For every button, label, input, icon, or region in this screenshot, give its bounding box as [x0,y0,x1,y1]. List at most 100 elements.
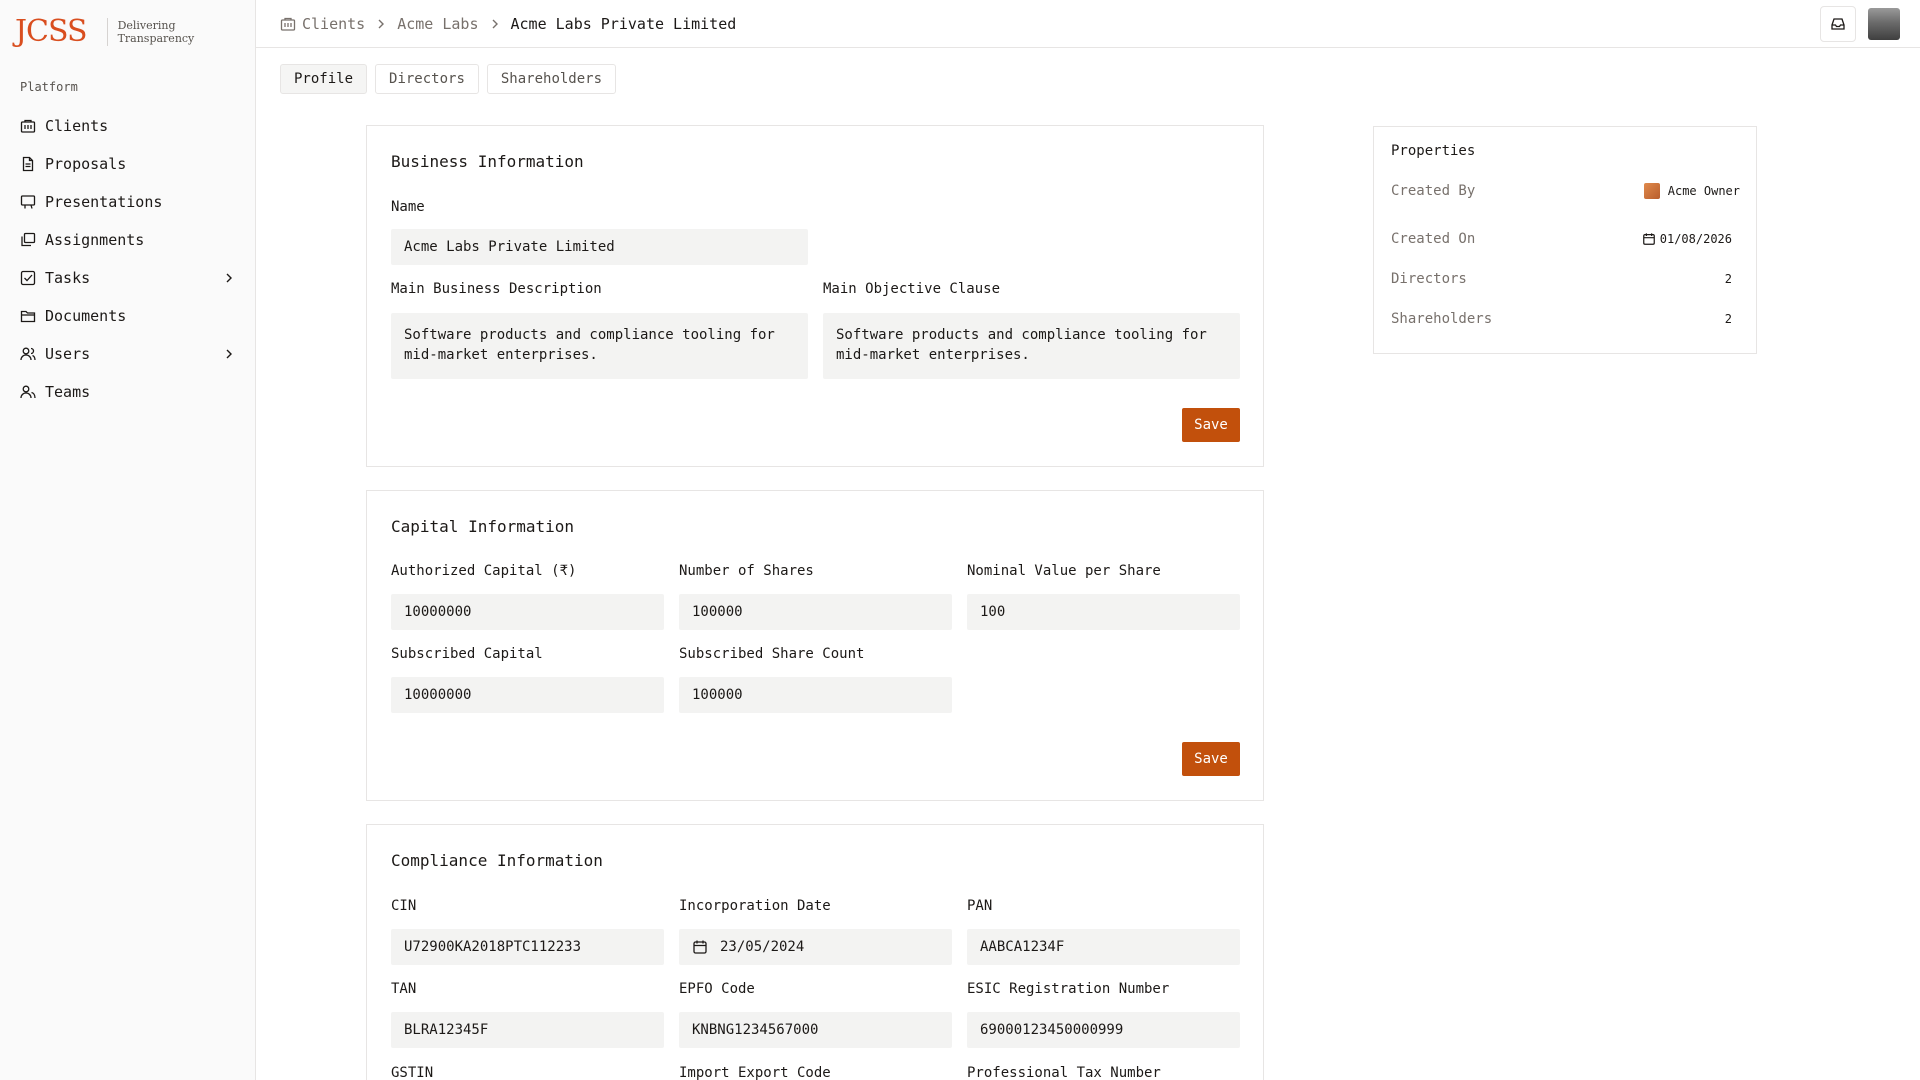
properties-title: Properties [1391,143,1476,159]
import-export-code-label: Import Export Code [679,1065,831,1080]
building-icon [280,16,296,32]
breadcrumb-current: Acme Labs Private Limited [510,14,737,33]
cin-label: CIN [391,898,417,914]
presentation-icon [20,194,36,210]
avatar[interactable] [1868,8,1900,40]
team-icon [20,384,36,400]
sidebar-item-proposals[interactable]: Proposals [10,145,246,183]
epfo-code-label: EPFO Code [679,981,755,997]
users-icon [20,346,36,362]
created-on-value: 01/08/2026 [1659,232,1732,246]
sidebar-item-label: Presentations [45,193,163,211]
sidebar-item-tasks[interactable]: Tasks [10,259,246,297]
property-directors: Directors 2 [1391,271,1732,287]
compliance-information-card: Compliance Information CIN U72900KA2018P… [366,824,1264,1080]
brand-divider [106,17,108,46]
sidebar-item-teams[interactable]: Teams [10,373,246,411]
name-field[interactable]: Acme Labs Private Limited [391,229,808,265]
sidebar: JCSS Delivering Transparency Platform Cl… [0,0,256,1080]
nominal-value-label: Nominal Value per Share [967,563,1161,579]
sidebar-item-label: Proposals [45,155,127,173]
number-of-shares-field[interactable]: 100000 [679,594,952,630]
directors-count: 2 [1724,272,1732,286]
esic-registration-field[interactable]: 69000123450000999 [967,1012,1240,1048]
property-created-on: Created On 01/08/2026 [1391,231,1732,247]
top-actions [1820,6,1900,42]
number-of-shares-label: Number of Shares [679,563,814,579]
layers-icon [20,232,36,248]
save-button[interactable]: Save [1182,408,1240,442]
save-button[interactable]: Save [1182,742,1240,776]
name-label: Name [391,199,425,215]
professional-tax-number-label: Professional Tax Number [967,1065,1161,1080]
brand[interactable]: JCSS Delivering Transparency [15,14,198,49]
sidebar-nav: Clients Proposals Presentations Assignme… [10,107,246,411]
tab-bar: Profile Directors Shareholders [280,64,617,94]
property-label: Shareholders [1391,311,1493,327]
subscribed-share-count-field[interactable]: 100000 [679,677,952,713]
calendar-icon [692,939,708,955]
subscribed-capital-label: Subscribed Capital [391,646,543,662]
tan-field[interactable]: BLRA12345F [391,1012,664,1048]
card-title: Business Information [391,152,584,171]
created-by-value[interactable]: Acme Owner [1668,184,1740,198]
property-value: Acme Owner [1643,183,1740,199]
pan-label: PAN [967,898,993,914]
sidebar-item-users[interactable]: Users [10,335,246,373]
sidebar-section-label: Platform [20,80,78,94]
sidebar-item-presentations[interactable]: Presentations [10,183,246,221]
subscribed-share-count-label: Subscribed Share Count [679,646,865,662]
incorporation-date-value: 23/05/2024 [720,939,805,955]
incorporation-date-field[interactable]: 23/05/2024 [679,929,952,965]
nominal-value-field[interactable]: 100 [967,594,1240,630]
sidebar-item-clients[interactable]: Clients [10,107,246,145]
building-icon [20,118,36,134]
chevron-right-icon [375,18,387,30]
property-label: Created By [1391,183,1476,199]
chevron-right-icon[interactable] [222,271,236,285]
checkbox-icon [20,270,36,286]
calendar-icon [1642,232,1656,246]
objective-clause-label: Main Objective Clause [823,281,1001,297]
property-shareholders: Shareholders 2 [1391,311,1732,327]
authorized-capital-field[interactable]: 10000000 [391,594,664,630]
sidebar-item-label: Users [45,345,91,363]
property-value: 01/08/2026 [1642,232,1732,246]
folder-icon [20,308,36,324]
breadcrumb-clients[interactable]: Clients [302,15,365,33]
subscribed-capital-field[interactable]: 10000000 [391,677,664,713]
property-label: Created On [1391,231,1476,247]
brand-logo[interactable]: JCSS [15,14,88,49]
document-icon [20,156,36,172]
business-information-card: Business Information Name Acme Labs Priv… [366,125,1264,467]
sidebar-item-assignments[interactable]: Assignments [10,221,246,259]
esic-registration-label: ESIC Registration Number [967,981,1170,997]
business-description-field[interactable]: Software products and compliance tooling… [391,313,808,379]
chevron-right-icon [489,18,501,30]
sidebar-item-documents[interactable]: Documents [10,297,246,335]
cin-field[interactable]: U72900KA2018PTC112233 [391,929,664,965]
tab-directors[interactable]: Directors [375,64,479,94]
sidebar-item-label: Tasks [45,269,91,287]
epfo-code-field[interactable]: KNBNG1234567000 [679,1012,952,1048]
tab-shareholders[interactable]: Shareholders [486,64,617,94]
tab-profile[interactable]: Profile [280,64,368,94]
properties-panel: Properties Created By Acme Owner Created… [1373,126,1757,354]
property-created-by: Created By Acme Owner [1391,183,1740,199]
gstin-label: GSTIN [391,1065,434,1080]
chevron-right-icon[interactable] [222,347,236,361]
incorporation-date-label: Incorporation Date [679,898,831,914]
sidebar-item-label: Clients [45,117,109,135]
sidebar-item-label: Assignments [45,231,145,249]
pan-field[interactable]: AABCA1234F [967,929,1240,965]
breadcrumb: Clients Acme Labs Acme Labs Private Limi… [280,15,736,33]
business-description-label: Main Business Description [391,281,602,297]
inbox-button[interactable] [1820,6,1856,42]
breadcrumb-acme-labs[interactable]: Acme Labs [397,15,478,33]
owner-avatar [1643,183,1660,199]
shareholders-count: 2 [1724,312,1732,326]
tan-label: TAN [391,981,417,997]
capital-information-card: Capital Information Authorized Capital (… [366,490,1264,801]
objective-clause-field[interactable]: Software products and compliance tooling… [823,313,1240,379]
card-title: Compliance Information [391,851,603,870]
